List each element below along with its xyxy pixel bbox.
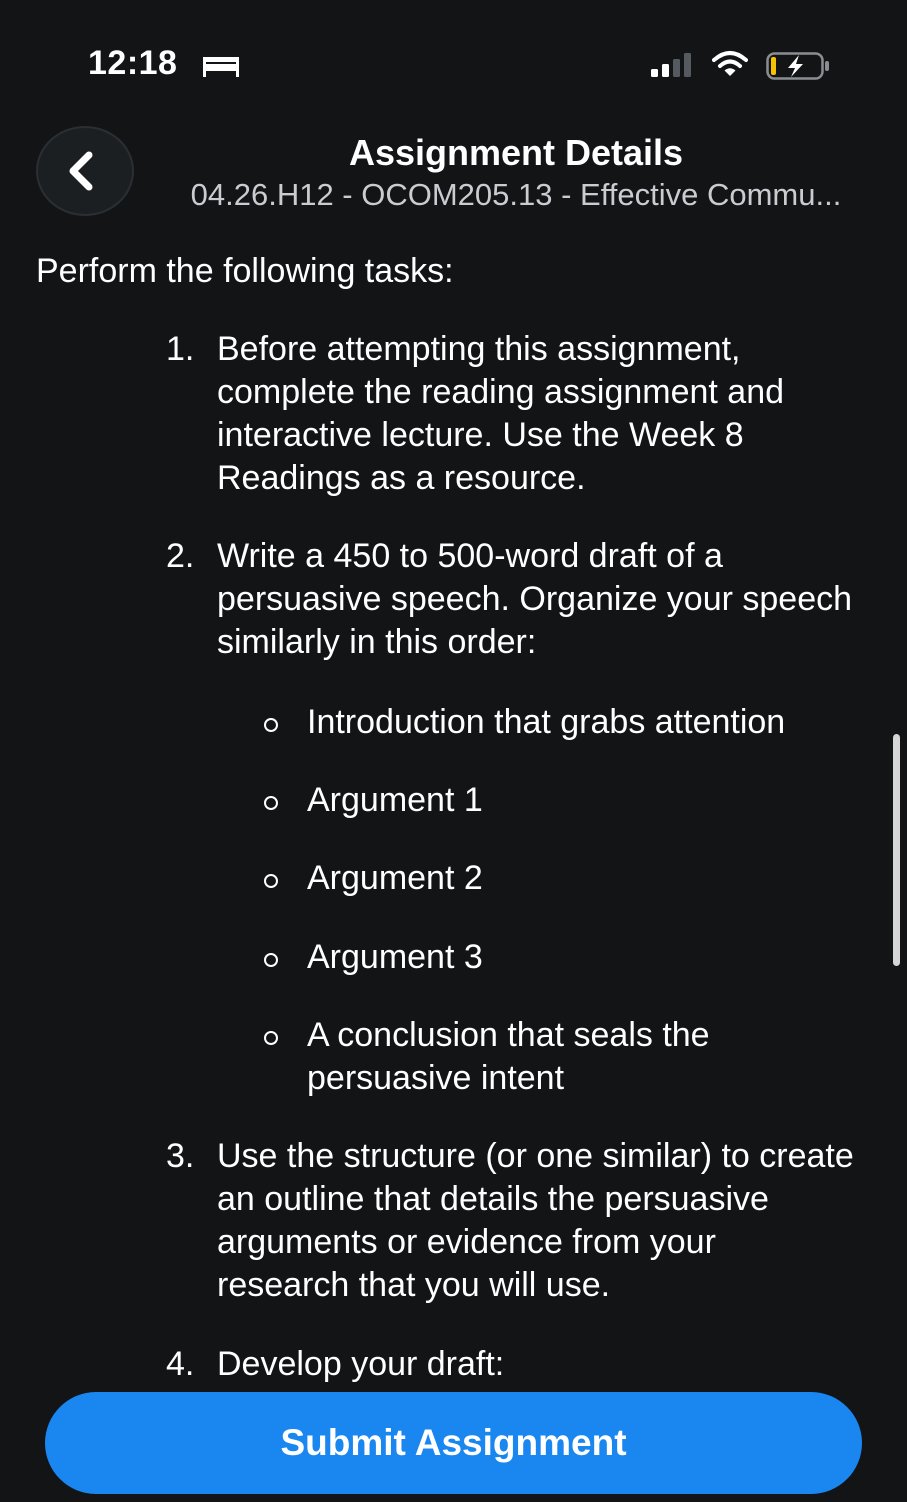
page-title: Assignment Details [348, 132, 684, 173]
task-number: 3. [166, 1137, 195, 1175]
course-subtitle: 04.26.H12 - OCOM205.13 - Effective Commu… [190, 177, 842, 212]
circle-bullet-icon [264, 1031, 278, 1045]
assignment-content[interactable]: Perform the following tasks: 1. Before a… [0, 240, 907, 1390]
battery-charging-icon [766, 52, 829, 80]
back-button[interactable] [36, 126, 134, 216]
chevron-left-icon [69, 151, 93, 191]
subtask-text: A conclusion that seals the persuasive i… [307, 1016, 710, 1097]
task-text: Use the structure (or one similar) to cr… [217, 1137, 854, 1304]
cellular-signal-icon [651, 53, 691, 77]
intro-text: Perform the following tasks: [36, 252, 454, 290]
bed-icon [203, 57, 239, 77]
task-text: Develop your draft: [217, 1345, 505, 1383]
circle-bullet-icon [264, 796, 278, 810]
circle-bullet-icon [264, 874, 278, 888]
task-text: Before attempting this assignment, compl… [217, 330, 785, 497]
circle-bullet-icon [264, 718, 278, 732]
subtask-text: Argument 3 [307, 938, 483, 976]
scrollbar[interactable] [893, 734, 900, 966]
task-number: 1. [166, 330, 195, 368]
subtask-text: Argument 1 [307, 781, 483, 819]
task-text: Write a 450 to 500-word draft of a persu… [217, 537, 853, 661]
circle-bullet-icon [264, 953, 278, 967]
subtask-text: Argument 2 [307, 859, 483, 897]
subtask-text: Introduction that grabs attention [307, 703, 786, 741]
task-number: 2. [166, 537, 195, 575]
submit-assignment-button[interactable]: Submit Assignment [45, 1392, 862, 1494]
status-time: 12:18 [88, 44, 178, 82]
wifi-icon [712, 51, 748, 76]
status-bar: 12:18 [0, 0, 907, 110]
task-number: 4. [166, 1345, 195, 1383]
